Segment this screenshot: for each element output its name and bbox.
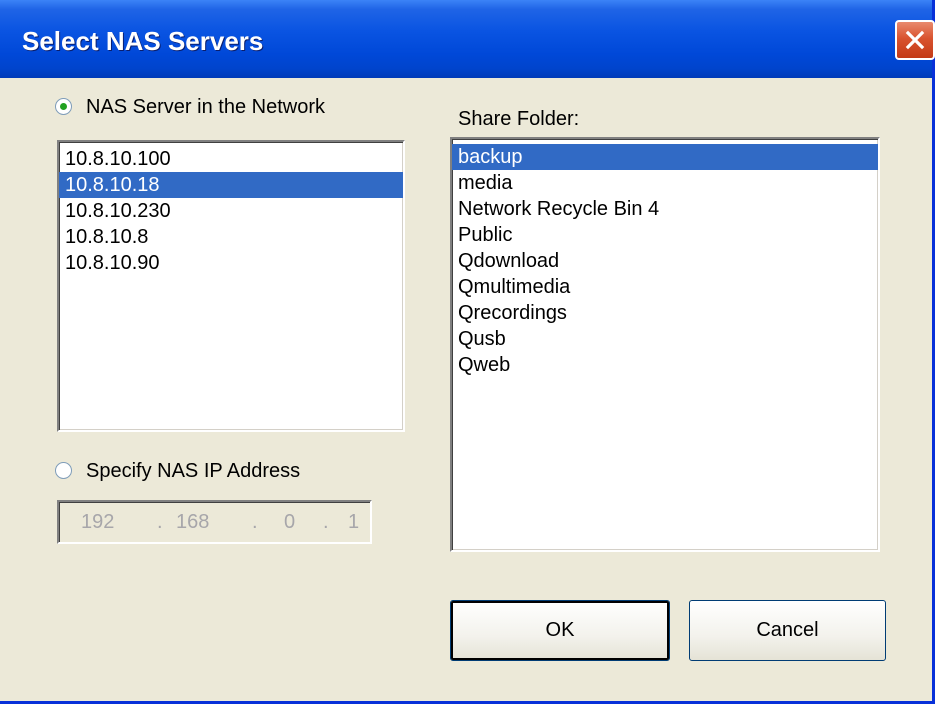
select-nas-servers-dialog: Select NAS Servers NAS Server in the Net…	[0, 0, 935, 704]
nas-server-list[interactable]: 10.8.10.100 10.8.10.18 10.8.10.230 10.8.10.…	[57, 140, 405, 432]
ip-address-field[interactable]: 192 . 168 . 0 . 1	[57, 500, 372, 544]
share-folder-list-item[interactable]: Qweb	[452, 352, 878, 378]
nas-server-list-item[interactable]: 10.8.10.100	[59, 146, 403, 172]
share-folder-list-item[interactable]: Network Recycle Bin 4	[452, 196, 878, 222]
window-title: Select NAS Servers	[22, 26, 264, 56]
cancel-button[interactable]: Cancel	[689, 600, 886, 661]
ok-button[interactable]: OK	[450, 600, 670, 661]
close-icon	[905, 30, 925, 50]
network-radio[interactable]	[55, 98, 72, 115]
ip-octet-2[interactable]: 168	[176, 511, 209, 534]
specify-ip-radio[interactable]	[55, 462, 72, 479]
ip-octet-3[interactable]: 0	[284, 511, 295, 534]
nas-server-list-item[interactable]: 10.8.10.90	[59, 250, 403, 276]
share-folder-list-item[interactable]: Public	[452, 222, 878, 248]
share-folder-list-item[interactable]: backup	[452, 144, 878, 170]
ip-octet-1[interactable]: 192	[81, 511, 114, 534]
nas-server-list-item[interactable]: 10.8.10.8	[59, 224, 403, 250]
share-folder-list-item[interactable]: Qrecordings	[452, 300, 878, 326]
radio-dot	[60, 103, 67, 110]
share-folder-list-item[interactable]: media	[452, 170, 878, 196]
ip-separator-1: .	[157, 511, 163, 533]
ip-octet-4[interactable]: 1	[348, 511, 359, 534]
nas-server-list-item[interactable]: 10.8.10.18	[59, 172, 403, 198]
share-folder-list-item[interactable]: Qdownload	[452, 248, 878, 274]
ip-separator-3: .	[323, 511, 329, 533]
share-folder-list[interactable]: backup media Network Recycle Bin 4 Public Qd…	[450, 137, 880, 552]
share-folder-list-item[interactable]: Qusb	[452, 326, 878, 352]
ip-separator-2: .	[252, 511, 258, 533]
close-button[interactable]	[895, 20, 935, 60]
share-folder-label: Share Folder:	[458, 108, 580, 130]
nas-server-list-item[interactable]: 10.8.10.230	[59, 198, 403, 224]
specify-ip-radio-label[interactable]: Specify NAS IP Address	[86, 460, 300, 483]
share-folder-list-item[interactable]: Qmultimedia	[452, 274, 878, 300]
network-radio-label[interactable]: NAS Server in the Network	[86, 96, 325, 119]
title-bar[interactable]: Select NAS Servers	[0, 0, 935, 78]
